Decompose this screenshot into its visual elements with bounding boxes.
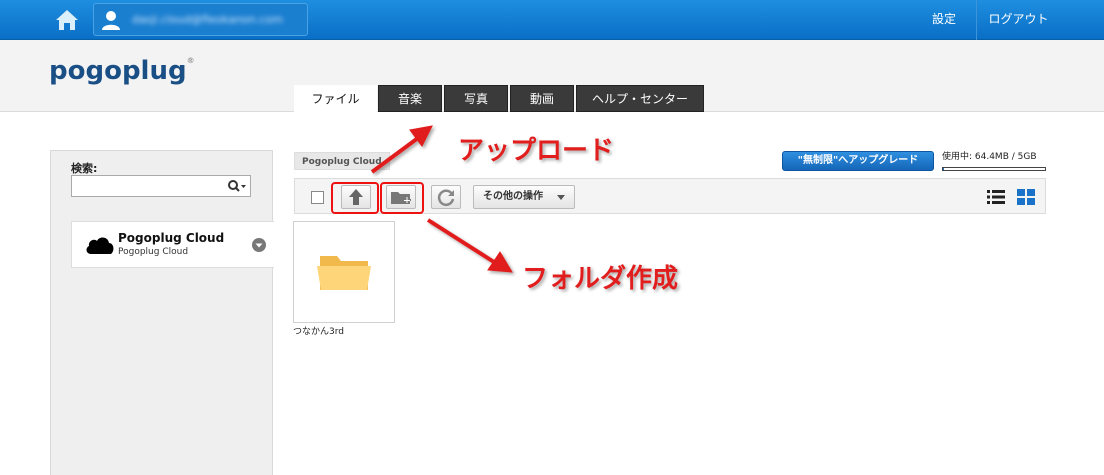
- search-label: 検索:: [71, 162, 98, 175]
- list-view-icon[interactable]: [987, 189, 1005, 205]
- file-tile[interactable]: [293, 221, 395, 323]
- logout-link[interactable]: ログアウト: [976, 0, 1060, 40]
- caret-down-icon: [557, 195, 565, 200]
- logo-text: pogoplug: [49, 56, 187, 86]
- search-input[interactable]: [71, 175, 251, 197]
- breadcrumb[interactable]: Pogoplug Cloud: [294, 152, 390, 170]
- storage-usage-text: 使用中: 64.4MB / 5GB: [942, 152, 1037, 162]
- search-icon[interactable]: [227, 179, 247, 193]
- folder-arrow-head: [487, 251, 513, 273]
- settings-link[interactable]: 設定: [916, 0, 972, 40]
- tab-photos[interactable]: 写真: [444, 85, 508, 112]
- user-icon: [102, 11, 120, 30]
- top-navigation-bar: dasji.cloud@fleokanon.com 設定 ログアウト: [0, 0, 1104, 40]
- new-folder-annotation-label: フォルダ作成: [522, 264, 679, 294]
- storage-usage-bar: [942, 167, 1046, 171]
- tab-help-center[interactable]: ヘルプ・センター: [576, 85, 704, 112]
- sidebar: 検索: Pogoplug Cloud Pogoplug Cloud: [50, 150, 274, 475]
- upload-highlight: [331, 182, 379, 214]
- tab-files[interactable]: ファイル: [294, 85, 377, 113]
- refresh-icon: [437, 189, 455, 206]
- cloud-icon: [86, 237, 114, 254]
- user-email: dasji.cloud@fleokanon.com: [132, 13, 283, 26]
- refresh-button[interactable]: [431, 185, 461, 209]
- cloud-title: Pogoplug Cloud: [118, 231, 225, 245]
- cloud-subtitle: Pogoplug Cloud: [118, 247, 189, 257]
- chevron-down-icon[interactable]: [252, 238, 266, 252]
- sidebar-item-pogoplug-cloud[interactable]: Pogoplug Cloud Pogoplug Cloud: [71, 221, 274, 268]
- upload-annotation-label: アップロード: [458, 136, 615, 166]
- upgrade-button[interactable]: "無制限"へアップグレード: [782, 151, 934, 171]
- pogoplug-logo[interactable]: pogoplug®: [49, 56, 195, 86]
- upload-arrow-head: [409, 125, 433, 147]
- tab-videos[interactable]: 動画: [510, 85, 574, 112]
- header: pogoplug® ファイル 音楽 写真 動画 ヘルプ・センター: [0, 40, 1104, 113]
- more-actions-label: その他の操作: [483, 191, 543, 202]
- home-button[interactable]: [54, 8, 80, 32]
- file-toolbar: その他の操作: [294, 178, 1046, 214]
- grid-view-icon[interactable]: [1017, 189, 1035, 205]
- select-all-checkbox[interactable]: [311, 191, 324, 204]
- user-account-box[interactable]: dasji.cloud@fleokanon.com: [93, 3, 308, 36]
- more-actions-dropdown[interactable]: その他の操作: [473, 185, 575, 209]
- storage-usage-fill: [943, 168, 945, 170]
- folder-icon: [317, 256, 371, 290]
- new-folder-highlight: [380, 182, 424, 214]
- home-icon: [56, 10, 78, 30]
- file-name[interactable]: つなかん3rd: [293, 324, 344, 337]
- folder-arrow-line: [426, 218, 496, 264]
- tab-music[interactable]: 音楽: [378, 85, 442, 112]
